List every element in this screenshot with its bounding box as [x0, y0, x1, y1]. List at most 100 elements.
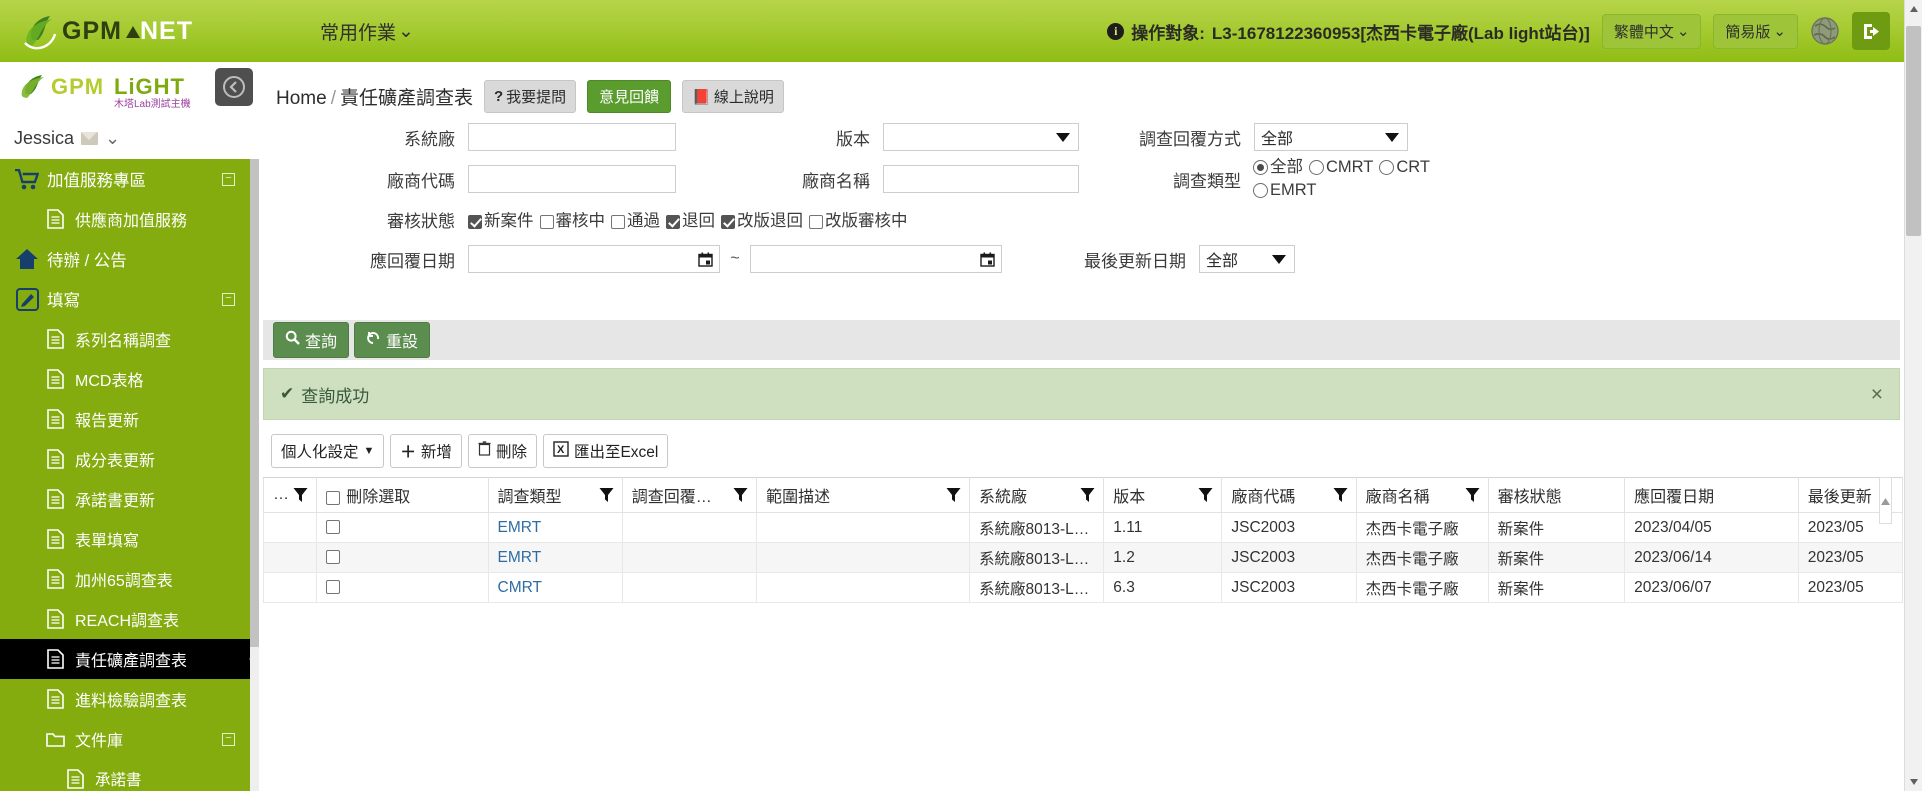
table-row[interactable]: EMRT 系統廠8013-L… 1.2 JSC2003 杰西卡電子廠 新案件 2023/06…: [262, 542, 1904, 573]
filter-icon[interactable]: [733, 487, 748, 508]
filter-icon[interactable]: [293, 487, 308, 508]
logout-button[interactable]: [1852, 12, 1890, 50]
row-select-checkbox[interactable]: [326, 520, 341, 535]
row-select-checkbox[interactable]: [326, 580, 341, 595]
export-excel-button[interactable]: X 匯出至Excel: [542, 434, 669, 468]
sidebar-item-5[interactable]: 系列名稱調查: [0, 319, 259, 359]
sidebar-item-11[interactable]: 加州65調查表: [0, 559, 259, 599]
delete-button[interactable]: 刪除: [467, 434, 537, 468]
page-scrollbar-thumb[interactable]: [1906, 26, 1921, 236]
sidebar-item-4[interactable]: 填寫 −: [0, 279, 259, 319]
grid-header-cell-3[interactable]: 調查類型: [487, 477, 623, 513]
close-icon[interactable]: ×: [1871, 384, 1883, 405]
reset-button[interactable]: 重設: [354, 322, 431, 358]
scroll-up-arrow-icon[interactable]: [1905, 0, 1922, 18]
sidebar-item-12[interactable]: REACH調查表: [0, 599, 259, 639]
gpm-light-logo[interactable]: GPM LiGHT 木塔Lab測試主機: [0, 62, 259, 117]
review-status-checkbox-1[interactable]: [468, 214, 482, 229]
sidebar-scrollbar-thumb[interactable]: [250, 159, 259, 647]
feedback-button[interactable]: 意見回饋: [587, 80, 672, 113]
version-select[interactable]: [883, 123, 1079, 151]
scroll-down-arrow-icon[interactable]: [1905, 773, 1922, 791]
calendar-icon[interactable]: [974, 245, 1002, 273]
personalize-settings-button[interactable]: 個人化設定 ▼: [271, 434, 385, 468]
cell-survey-type[interactable]: CMRT: [487, 572, 623, 603]
grid-header-cell-9[interactable]: 廠商名稱: [1355, 477, 1489, 513]
filter-icon[interactable]: [599, 487, 614, 508]
sidebar-item-collapse-toggle[interactable]: −: [222, 172, 235, 186]
filter-icon[interactable]: [946, 487, 961, 508]
survey-type-radio-3[interactable]: [1379, 160, 1395, 176]
system-factory-input[interactable]: [468, 123, 676, 151]
grid-header-cell-5[interactable]: 範圍描述: [756, 477, 971, 513]
filter-icon[interactable]: [1198, 487, 1213, 508]
sidebar-item-3[interactable]: 待辦 / 公告: [0, 239, 259, 279]
sidebar-item-collapse-toggle[interactable]: −: [222, 732, 235, 746]
due-date-to-input[interactable]: [750, 245, 974, 273]
nav-common-tasks[interactable]: 常用作業 ⌄: [320, 18, 414, 45]
sidebar-scrollbar[interactable]: [250, 159, 259, 791]
sidebar-user-row[interactable]: Jessica ⌄: [0, 117, 259, 159]
survey-reply-method-select[interactable]: 全部: [1254, 123, 1408, 151]
table-row[interactable]: CMRT 系統廠8013-L… 6.3 JSC2003 杰西卡電子廠 新案件 2023/06…: [262, 572, 1904, 603]
sidebar-collapse-button[interactable]: [215, 68, 253, 106]
breadcrumb-home[interactable]: Home: [276, 88, 327, 109]
cell-survey-type[interactable]: EMRT: [487, 542, 623, 573]
sidebar-item-6[interactable]: MCD表格: [0, 359, 259, 399]
grid-header-cell-11[interactable]: 應回覆日期: [1624, 477, 1799, 513]
sidebar-item-2[interactable]: 供應商加值服務: [0, 199, 259, 239]
globe-icon[interactable]: [1810, 16, 1840, 46]
add-button[interactable]: ＋ 新增: [390, 434, 462, 468]
review-status-checkbox-4[interactable]: [666, 214, 680, 229]
grid-vertical-scrollbar[interactable]: [1879, 477, 1892, 524]
review-status-checkbox-3[interactable]: [611, 214, 625, 229]
due-date-from-input[interactable]: [468, 245, 692, 273]
filter-icon[interactable]: [1465, 487, 1480, 508]
filter-icon[interactable]: [1080, 487, 1095, 508]
grid-header-cell-1[interactable]: …: [262, 477, 318, 513]
online-help-button[interactable]: 📕 線上說明: [682, 80, 784, 113]
grid-header-cell-4[interactable]: 調查回覆…: [621, 477, 758, 513]
calendar-icon[interactable]: [692, 245, 720, 273]
review-status-checkbox-5[interactable]: [721, 214, 735, 229]
grid-header-cell-6[interactable]: 系統廠: [969, 477, 1105, 513]
vendor-code-input[interactable]: [468, 165, 676, 193]
review-status-checkbox-2[interactable]: [539, 214, 554, 229]
gpm-net-logo[interactable]: GPM NET: [0, 0, 200, 62]
grid-header-cell-7[interactable]: 版本: [1103, 477, 1223, 513]
row-select-checkbox[interactable]: [326, 550, 341, 565]
search-button[interactable]: 查詢: [273, 322, 350, 358]
grid-header-cell-8[interactable]: 廠商代碼: [1221, 477, 1357, 513]
sidebar-item-10[interactable]: 表單填寫: [0, 519, 259, 559]
last-update-select[interactable]: 全部: [1199, 245, 1295, 273]
ask-question-button[interactable]: ? 我要提問: [483, 80, 577, 113]
sidebar-item-8[interactable]: 成分表更新: [0, 439, 259, 479]
survey-type-radio-4[interactable]: [1253, 183, 1268, 199]
sidebar-item-13[interactable]: 責任礦產調查表: [0, 639, 259, 679]
vendor-name-input[interactable]: [883, 165, 1079, 193]
sidebar-item-collapse-toggle[interactable]: −: [222, 292, 235, 306]
grid-header-cell-2[interactable]: 刪除選取: [316, 477, 489, 513]
survey-type-link[interactable]: EMRT: [498, 519, 542, 536]
cell-survey-type[interactable]: EMRT: [487, 512, 623, 543]
simple-version-selector[interactable]: 簡易版 ⌄: [1713, 13, 1798, 49]
review-status-checkbox-6[interactable]: [809, 214, 823, 229]
sidebar-item-16[interactable]: 承諾書: [0, 759, 259, 791]
envelope-icon[interactable]: [81, 131, 99, 145]
page-scrollbar[interactable]: [1904, 0, 1922, 791]
sidebar-item-9[interactable]: 承諾書更新: [0, 479, 259, 519]
survey-type-radio-2[interactable]: [1309, 160, 1324, 176]
survey-type-link[interactable]: EMRT: [498, 549, 542, 566]
filter-icon[interactable]: [1333, 487, 1348, 508]
select-all-checkbox[interactable]: [326, 490, 341, 505]
language-selector[interactable]: 繁體中文 ⌄: [1601, 13, 1702, 49]
table-row[interactable]: EMRT 系統廠8013-L… 1.11 JSC2003 杰西卡電子廠 新案件 2023/0…: [262, 512, 1904, 543]
sidebar-item-7[interactable]: 報告更新: [0, 399, 259, 439]
sidebar-item-14[interactable]: 進料檢驗調查表: [0, 679, 259, 719]
sidebar-item-1[interactable]: 加值服務專區 −: [0, 159, 259, 199]
grid-header-cell-10[interactable]: 審核狀態: [1487, 477, 1626, 513]
sidebar-item-label: 系列名稱調查: [75, 333, 172, 350]
sidebar-item-15[interactable]: 文件庫 −: [0, 719, 259, 759]
survey-type-radio-1[interactable]: [1253, 160, 1268, 176]
survey-type-link[interactable]: CMRT: [498, 579, 543, 596]
